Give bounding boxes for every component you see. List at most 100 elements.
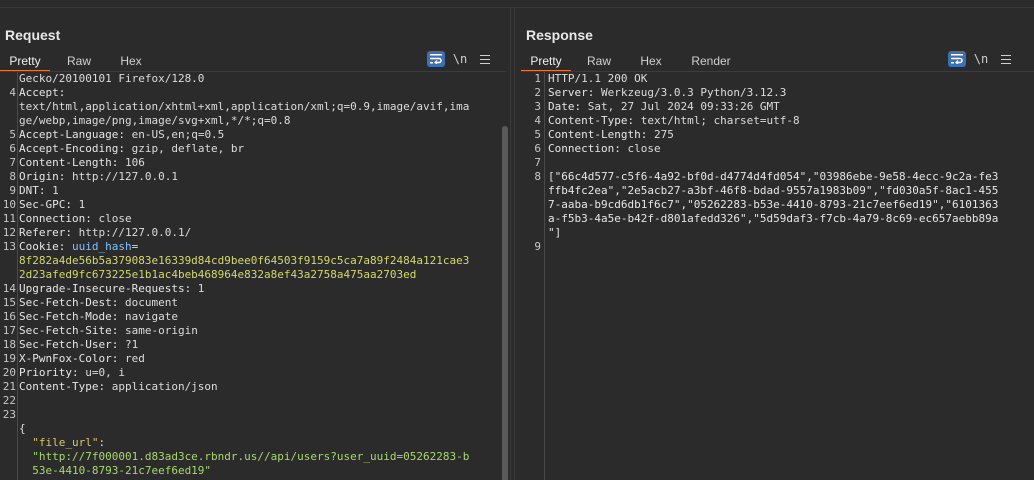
- line-text: Accept-Encoding: gzip, deflate, br: [19, 142, 244, 156]
- token: Content-Type:: [548, 114, 635, 127]
- line-number: 2: [534, 86, 541, 99]
- line-text: Connection: close: [19, 212, 132, 226]
- line-text: Upgrade-Insecure-Requests: 1: [19, 282, 204, 296]
- token: http://127.0.0.1/: [71, 226, 192, 239]
- token: Accept-Language:: [19, 128, 125, 141]
- code-line: 6 Accept-Encoding: gzip, deflate, br: [0, 142, 506, 156]
- line-number: 8: [534, 170, 541, 183]
- token: Connection:: [548, 142, 621, 155]
- word-wrap-icon[interactable]: [948, 51, 966, 67]
- code-line: 4 Accept:: [0, 86, 506, 100]
- line-number: 14: [2, 282, 16, 295]
- line-text: Cookie: uuid_hash=: [19, 240, 138, 254]
- tab-raw[interactable]: Raw: [50, 52, 108, 72]
- tab-hex[interactable]: Hex: [108, 52, 154, 72]
- code-line: "file_url":: [0, 436, 506, 450]
- line-text: 8f282a4de56b5a379083e16339d84cd9bee0f645…: [19, 254, 469, 268]
- menu-icon[interactable]: [996, 51, 1016, 67]
- response-tools: \n: [948, 51, 1016, 67]
- token: text/html; charset=utf-8: [634, 114, 800, 127]
- line-text: Priority: u=0, i: [19, 366, 125, 380]
- line-text: Sec-GPC: 1: [19, 198, 85, 212]
- response-title: Response: [526, 27, 593, 43]
- request-lines: Gecko/20100101 Firefox/128.0 4 Accept: text…: [0, 72, 506, 480]
- line-text: Connection: close: [548, 142, 661, 156]
- line-text: Content-Type: text/html; charset=utf-8: [548, 114, 800, 128]
- token: Sec-Fetch-User:: [19, 338, 119, 351]
- line-number: 17: [2, 324, 16, 337]
- token: Accept:: [19, 86, 66, 99]
- code-line: 8f282a4de56b5a379083e16339d84cd9bee0f645…: [0, 254, 506, 268]
- line-number: 11: [2, 212, 16, 225]
- request-editor[interactable]: Gecko/20100101 Firefox/128.0 4 Accept: text…: [0, 72, 506, 480]
- token: navigate: [118, 310, 178, 323]
- token: Origin:: [19, 170, 66, 183]
- code-line: 19 X-PwnFox-Color: red: [0, 352, 506, 366]
- line-number: 6: [9, 142, 16, 155]
- line-text: 53e-4410-8793-21c7eef6ed19": [19, 464, 211, 478]
- code-line: 21 Content-Type: application/json: [0, 380, 506, 394]
- code-line: 2 Server: Werkzeug/3.0.3 Python/3.12.3: [521, 86, 1034, 100]
- token: DNT:: [19, 184, 46, 197]
- code-line: 3 Date: Sat, 27 Jul 2024 09:33:26 GMT: [521, 100, 1034, 114]
- code-line: 14 Upgrade-Insecure-Requests: 1: [0, 282, 506, 296]
- request-scrollbar[interactable]: [502, 126, 508, 480]
- word-wrap-icon[interactable]: [427, 51, 445, 67]
- request-tabs: Pretty Raw Hex: [0, 52, 154, 72]
- newline-toggle-button[interactable]: \n: [966, 52, 996, 66]
- tab-pretty[interactable]: Pretty: [0, 52, 50, 72]
- code-line: 53e-4410-8793-21c7eef6ed19": [0, 464, 506, 478]
- token: document: [118, 296, 178, 309]
- token: uuid_hash: [71, 240, 132, 253]
- code-line: 13 Cookie: uuid_hash=: [0, 240, 506, 254]
- line-text: text/html,application/xhtml+xml,applicat…: [19, 100, 469, 114]
- token: Cookie:: [19, 240, 66, 253]
- token: Gecko/20100101 Firefox/128.0: [19, 72, 205, 85]
- code-line: 4 Content-Type: text/html; charset=utf-8: [521, 114, 1034, 128]
- menu-icon[interactable]: [475, 51, 495, 67]
- line-text: Sec-Fetch-Site: same-origin: [19, 324, 198, 338]
- code-line: 20 Priority: u=0, i: [0, 366, 506, 380]
- request-pane: Request Pretty Raw Hex \n Gecko/20100101…: [0, 8, 511, 480]
- code-line: 8 Origin: http://127.0.0.1: [0, 170, 506, 184]
- line-text: Date: Sat, 27 Jul 2024 09:33:26 GMT: [548, 100, 780, 114]
- line-number: 18: [2, 338, 16, 351]
- line-number: 9: [9, 184, 16, 197]
- line-text: Server: Werkzeug/3.0.3 Python/3.12.3: [548, 86, 786, 100]
- token: Priority:: [19, 366, 79, 379]
- token: Content-Length:: [19, 156, 119, 169]
- line-number: 4: [534, 114, 541, 127]
- code-line: 10 Sec-GPC: 1: [0, 198, 506, 212]
- code-line: ge/webp,image/png,image/svg+xml,*/*;q=0.…: [0, 114, 506, 128]
- code-line: 5 Accept-Language: en-US,en;q=0.5: [0, 128, 506, 142]
- line-text: "file_url":: [19, 436, 105, 450]
- tab-raw[interactable]: Raw: [571, 52, 627, 72]
- token: http://127.0.0.1: [65, 170, 178, 183]
- top-toolbar: [0, 0, 1034, 8]
- tab-render[interactable]: Render: [675, 52, 747, 72]
- line-number: 21: [2, 380, 16, 393]
- line-text: X-PwnFox-Color: red: [19, 352, 145, 366]
- token: 1: [191, 282, 205, 295]
- code-line: 16 Sec-Fetch-Mode: navigate: [0, 310, 506, 324]
- line-text: 7-aaba-b9cd6db1f6c7","05262283-b53e-4410…: [548, 198, 998, 212]
- token: en-US,en;q=0.5: [124, 128, 225, 141]
- line-number: 7: [534, 156, 541, 169]
- code-line: "http://7f000001.d83ad3ce.rbndr.us//api/…: [0, 450, 506, 464]
- code-line: {: [0, 422, 506, 436]
- token: 2d23afed9fc673225e1b1ac4beb468964e832a8e…: [19, 268, 417, 281]
- response-editor[interactable]: 1 HTTP/1.1 200 OK 2 Server: Werkzeug/3.0.3 …: [521, 72, 1034, 480]
- tab-hex[interactable]: Hex: [627, 52, 675, 72]
- line-text: HTTP/1.1 200 OK: [548, 72, 647, 86]
- token: Werkzeug/3.0.3 Python/3.12.3: [594, 86, 787, 99]
- line-number: 19: [2, 352, 16, 365]
- line-text: Sec-Fetch-Dest: document: [19, 296, 178, 310]
- line-text: Content-Length: 275: [548, 128, 674, 142]
- token: ["66c4d577-c5f6-4a92-bf0d-d4774d4fd054",…: [548, 170, 999, 183]
- newline-toggle-button[interactable]: \n: [445, 52, 475, 66]
- code-line: 7 Content-Length: 106: [0, 156, 506, 170]
- line-number: 4: [9, 86, 16, 99]
- tab-pretty[interactable]: Pretty: [521, 52, 571, 72]
- code-line: 1 HTTP/1.1 200 OK: [521, 72, 1034, 86]
